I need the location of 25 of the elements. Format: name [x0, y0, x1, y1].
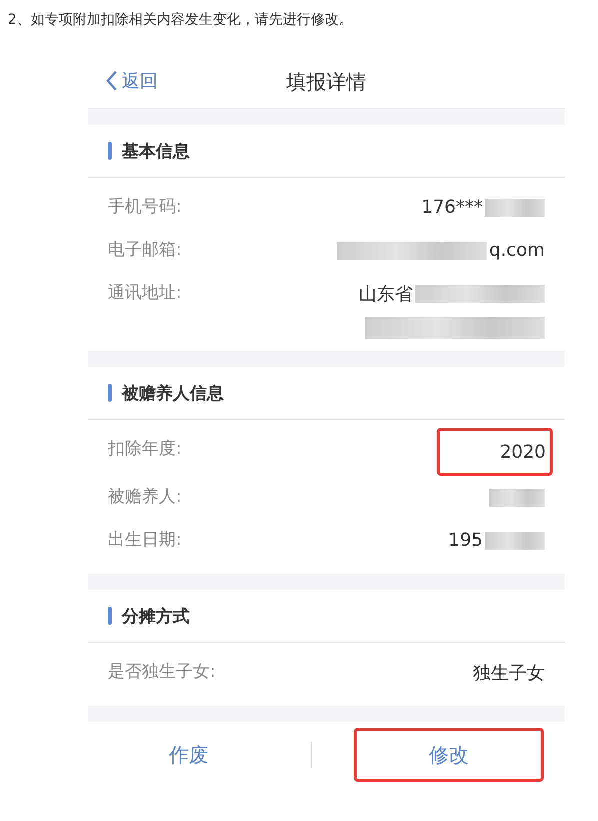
field-label: 电子邮箱: — [108, 239, 182, 262]
section-marker — [108, 607, 112, 625]
action-button[interactable]: 修改 — [354, 728, 544, 782]
field-value: 195 — [448, 530, 483, 551]
field-label: 扣除年度: — [108, 438, 182, 461]
section-title: 分摊方式 — [122, 606, 190, 628]
action-button[interactable]: 作废 — [109, 728, 269, 782]
screen-title: 填报详情 — [286, 68, 366, 96]
field-value: 山东省 — [359, 282, 413, 306]
section-title: 被赡养人信息 — [122, 382, 224, 404]
field-label: 手机号码: — [108, 196, 182, 219]
back-button[interactable]: 返回 — [106, 69, 158, 93]
field-label: 被赡养人: — [108, 486, 182, 509]
chevron-left-icon — [106, 70, 118, 92]
field-label: 是否独生子女: — [108, 661, 216, 684]
field-value: 独生子女 — [473, 662, 545, 684]
field-value: q.com — [489, 240, 545, 261]
caption-text: 2、如专项附加扣除相关内容发生变化，请先进行修改。 — [7, 11, 354, 30]
field-label: 通讯地址: — [108, 282, 182, 305]
field-value: 176*** — [422, 197, 483, 218]
section-title: 基本信息 — [122, 140, 190, 162]
field-label: 出生日期: — [108, 529, 182, 552]
section-marker — [108, 384, 112, 402]
field-value: 2020 — [500, 442, 546, 462]
section-marker — [108, 142, 112, 160]
